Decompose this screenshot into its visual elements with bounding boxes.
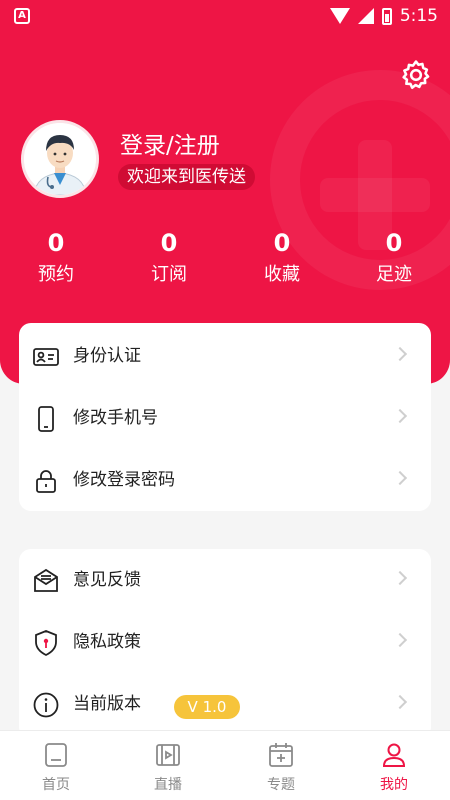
- user-icon: [382, 743, 406, 767]
- tab-live[interactable]: 直播: [112, 731, 224, 800]
- menu-item-privacy-policy[interactable]: 隐私政策: [19, 611, 431, 673]
- menu-item-feedback[interactable]: 意见反馈: [19, 549, 431, 611]
- chevron-right-icon: [392, 346, 408, 362]
- menu-item-current-version[interactable]: 当前版本 V 1.0: [19, 673, 431, 735]
- app-notification-icon: A: [14, 8, 30, 24]
- tab-label: 直播: [154, 777, 182, 793]
- chevron-right-icon: [392, 632, 408, 648]
- chevron-right-icon: [392, 570, 408, 586]
- id-card-icon: [33, 348, 59, 366]
- wifi-icon: [329, 8, 350, 24]
- stat-favorites[interactable]: 0 收藏: [237, 228, 327, 292]
- stat-subscriptions[interactable]: 0 订阅: [124, 228, 214, 292]
- info-icon: [33, 692, 59, 718]
- menu-item-change-password[interactable]: 修改登录密码: [19, 449, 431, 511]
- stat-label: 订阅: [151, 264, 187, 285]
- menu-item-label: 隐私政策: [73, 632, 141, 652]
- stat-label: 收藏: [264, 264, 300, 285]
- version-badge: V 1.0: [174, 695, 240, 719]
- tab-home[interactable]: 首页: [0, 731, 112, 800]
- tab-label: 我的: [380, 777, 408, 793]
- signal-icon: [357, 8, 374, 24]
- app-info-card: 意见反馈 隐私政策 当前版本 V 1.0: [19, 549, 431, 739]
- shield-lock-icon: [35, 630, 57, 657]
- menu-item-label: 当前版本: [73, 694, 141, 714]
- account-settings-card: 身份认证 修改手机号 修改登录密码: [19, 323, 431, 511]
- home-icon: [45, 743, 67, 767]
- battery-icon: [381, 7, 392, 25]
- chevron-right-icon: [392, 694, 408, 710]
- user-stats: 0 预约 0 订阅 0 收藏 0 足迹: [0, 228, 450, 292]
- stat-value: 0: [385, 229, 403, 257]
- menu-item-identity-verification[interactable]: 身份认证: [19, 325, 431, 387]
- lock-icon: [36, 470, 56, 493]
- stat-label: 预约: [38, 264, 74, 285]
- tab-label: 专题: [267, 777, 295, 793]
- stat-value: 0: [160, 229, 178, 257]
- tab-mine[interactable]: 我的: [338, 731, 450, 800]
- tab-topics[interactable]: 专题: [225, 731, 337, 800]
- menu-item-change-phone[interactable]: 修改手机号: [19, 387, 431, 449]
- status-indicators: 5:15: [329, 6, 438, 26]
- chevron-right-icon: [392, 470, 408, 486]
- menu-item-label: 身份认证: [73, 346, 141, 366]
- welcome-message: 欢迎来到医传送: [118, 164, 255, 190]
- menu-item-label: 意见反馈: [73, 570, 141, 590]
- stat-value: 0: [47, 229, 65, 257]
- settings-gear-icon[interactable]: [399, 58, 433, 92]
- menu-item-label: 修改手机号: [73, 408, 158, 428]
- live-icon: [156, 744, 180, 766]
- feedback-icon: [34, 568, 58, 592]
- bottom-tab-bar: 首页 直播 专题 我的: [0, 730, 450, 800]
- calendar-plus-icon: [269, 743, 293, 767]
- status-time: 5:15: [399, 6, 438, 26]
- chevron-right-icon: [392, 408, 408, 424]
- stat-history[interactable]: 0 足迹: [349, 228, 439, 292]
- stat-label: 足迹: [376, 264, 412, 285]
- menu-item-label: 修改登录密码: [73, 470, 175, 490]
- phone-icon: [38, 406, 54, 432]
- avatar[interactable]: [21, 120, 99, 198]
- login-register-link[interactable]: 登录/注册: [120, 126, 220, 160]
- status-bar: A 5:15: [0, 0, 450, 32]
- stat-appointments[interactable]: 0 预约: [11, 228, 101, 292]
- tab-label: 首页: [42, 777, 70, 793]
- stat-value: 0: [273, 229, 291, 257]
